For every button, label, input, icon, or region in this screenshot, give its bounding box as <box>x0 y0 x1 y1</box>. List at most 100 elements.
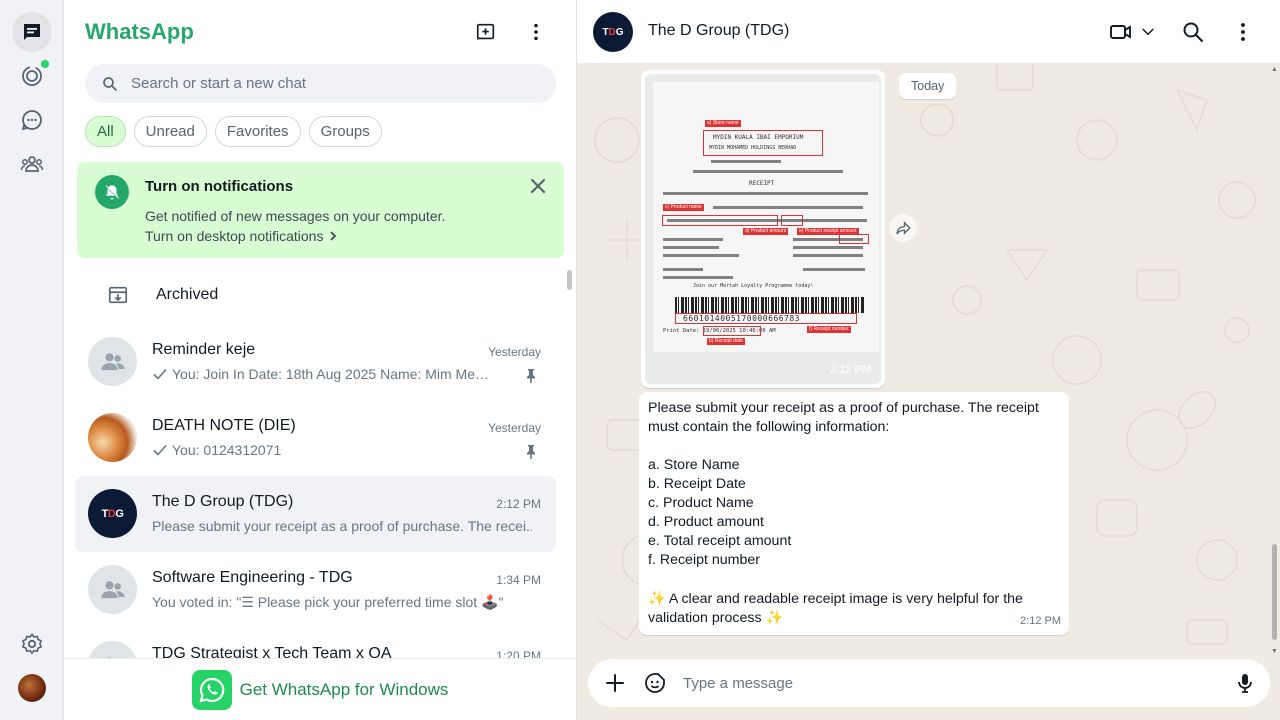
menu-icon <box>534 23 538 41</box>
message-line: d. Product amount <box>648 514 764 530</box>
forward-icon <box>896 221 911 235</box>
chat-name: The D Group (TDG) <box>152 493 294 510</box>
receipt-barcode <box>675 297 865 313</box>
chat-list-panel: WhatsApp All Unread Favorites Groups Tur… <box>64 0 577 720</box>
chat-item-tdg-strategist[interactable]: TDG Strategist x Tech Team x QA 1:20 PM <box>75 628 556 658</box>
search-bar[interactable] <box>85 64 556 103</box>
status-nav-button[interactable] <box>12 56 52 96</box>
communities-nav-button[interactable] <box>12 144 52 184</box>
check-icon <box>153 368 167 380</box>
chat-list-scrollbar[interactable] <box>567 270 572 290</box>
receipt-paper: a) Store name MYDIN KUALA IBAI EMPORIUM … <box>653 82 879 352</box>
receipt-store: MYDIN KUALA IBAI EMPORIUM <box>713 134 804 141</box>
search-input[interactable] <box>131 75 531 92</box>
text-message[interactable]: Please submit your receipt as a proof of… <box>639 392 1069 635</box>
tdg-avatar: TDG <box>88 489 137 538</box>
filter-groups[interactable]: Groups <box>308 116 382 147</box>
chat-preview-text: You: 0124312071 <box>172 442 282 458</box>
check-icon <box>153 444 167 456</box>
image-message[interactable]: a) Store name MYDIN KUALA IBAI EMPORIUM … <box>641 70 885 388</box>
new-chat-button[interactable] <box>472 18 500 46</box>
close-icon[interactable] <box>528 176 548 196</box>
get-windows-app-label: Get WhatsApp for Windows <box>239 679 449 699</box>
chevron-down-icon <box>1142 28 1154 36</box>
settings-nav-button[interactable] <box>12 624 52 664</box>
new-chat-icon <box>476 23 495 41</box>
tag-product-amount: d) Product amount <box>743 228 789 235</box>
pin-icon <box>527 369 535 383</box>
enable-notifications-label: Turn on desktop notifications <box>145 228 324 244</box>
scroll-up-arrow[interactable]: ▲ <box>1271 66 1278 73</box>
message-input[interactable] <box>683 674 1203 692</box>
chat-time: Yesterday <box>488 345 541 359</box>
tag-receipt-date: b) Receipt date <box>707 338 745 345</box>
bell-off-icon <box>95 175 129 209</box>
chat-item-death-note[interactable]: DEATH NOTE (DIE) Yesterday You: 01243120… <box>75 400 556 476</box>
chat-filters: All Unread Favorites Groups <box>85 116 382 147</box>
chat-item-reminder-keje[interactable]: Reminder keje Yesterday You: Join In Dat… <box>75 324 556 400</box>
channels-icon <box>21 110 42 131</box>
receipt-barcode-number: 6601014005170000666783 <box>683 314 800 323</box>
message-line: e. Total receipt amount <box>648 533 792 549</box>
message-time: 2:12 PM <box>1020 615 1061 627</box>
archived-row[interactable]: Archived <box>64 272 564 318</box>
chat-item-the-d-group[interactable]: TDG The D Group (TDG) 2:12 PM Please sub… <box>75 476 556 552</box>
conversation-avatar[interactable]: TDG <box>593 12 633 52</box>
message-line: Please submit your receipt as a proof of… <box>648 400 1039 416</box>
channels-nav-button[interactable] <box>12 100 52 140</box>
chat-preview: Please submit your receipt as a proof of… <box>152 518 532 534</box>
message-line: c. Product Name <box>648 495 754 511</box>
search-conversation-button[interactable] <box>1181 20 1205 44</box>
group-icon <box>100 352 125 370</box>
chat-name: Software Engineering - TDG <box>152 569 353 586</box>
receipt-loyalty: Join our Mertah Loyalty Programme today! <box>693 283 814 289</box>
group-avatar <box>88 565 137 614</box>
conversation-title[interactable]: The D Group (TDG) <box>648 22 789 40</box>
filter-unread[interactable]: Unread <box>133 116 207 147</box>
sticker-icon[interactable] <box>643 671 667 695</box>
enable-notifications-link[interactable]: Turn on desktop notifications <box>145 228 339 244</box>
chat-preview-text: You voted in: "☰ Please pick your prefer… <box>152 594 504 610</box>
forward-button[interactable] <box>889 214 917 242</box>
message-line: ✨ A clear and readable receipt image is … <box>648 591 1023 607</box>
get-windows-app-banner[interactable]: Get WhatsApp for Windows <box>64 658 576 720</box>
date-divider: Today <box>899 73 957 99</box>
scroll-down-arrow[interactable]: ▼ <box>1271 648 1278 655</box>
chat-time: Yesterday <box>488 421 541 435</box>
filter-all[interactable]: All <box>85 116 126 147</box>
video-call-button[interactable] <box>1109 20 1157 44</box>
search-icon <box>103 76 117 91</box>
status-icon <box>22 66 42 86</box>
conversation-menu-button[interactable] <box>1231 20 1255 44</box>
group-avatar <box>88 337 137 386</box>
filter-favorites[interactable]: Favorites <box>214 116 301 147</box>
tag-receipt-number: f) Receipt number <box>807 326 851 333</box>
mic-icon[interactable] <box>1233 671 1257 695</box>
message-line: f. Receipt number <box>648 552 760 568</box>
chat-item-software-engineering[interactable]: Software Engineering - TDG 1:34 PM You v… <box>75 552 556 628</box>
plus-icon[interactable] <box>603 671 627 695</box>
notification-banner: Turn on notifications Get notified of ne… <box>77 162 564 258</box>
message-line: a. Store Name <box>648 457 740 473</box>
chats-nav-button[interactable] <box>12 12 52 52</box>
notification-description: Get notified of new messages on your com… <box>145 208 446 224</box>
search-icon <box>1183 22 1203 42</box>
notification-title: Turn on notifications <box>145 178 294 195</box>
conversation-scrollbar[interactable] <box>1272 544 1277 640</box>
menu-button[interactable] <box>522 18 550 46</box>
chat-avatar-image <box>88 413 137 462</box>
chat-name: TDG Strategist x Tech Team x QA <box>152 645 392 658</box>
navigation-rail <box>0 0 64 720</box>
status-unread-dot <box>41 60 49 68</box>
receipt-image[interactable]: a) Store name MYDIN KUALA IBAI EMPORIUM … <box>645 74 881 384</box>
video-call-icon <box>1110 25 1131 39</box>
group-avatar <box>88 641 137 658</box>
conversation-panel: TDG The D Group (TDG) Today a) Store nam… <box>577 0 1280 720</box>
chat-name: DEATH NOTE (DIE) <box>152 417 296 434</box>
chevron-right-icon <box>330 231 337 241</box>
chat-name: Reminder keje <box>152 341 256 358</box>
archive-icon <box>108 286 128 304</box>
profile-avatar[interactable] <box>18 674 46 702</box>
tag-product-name: c) Product name <box>663 204 704 211</box>
receipt-heading: RECEIPT <box>749 180 775 187</box>
